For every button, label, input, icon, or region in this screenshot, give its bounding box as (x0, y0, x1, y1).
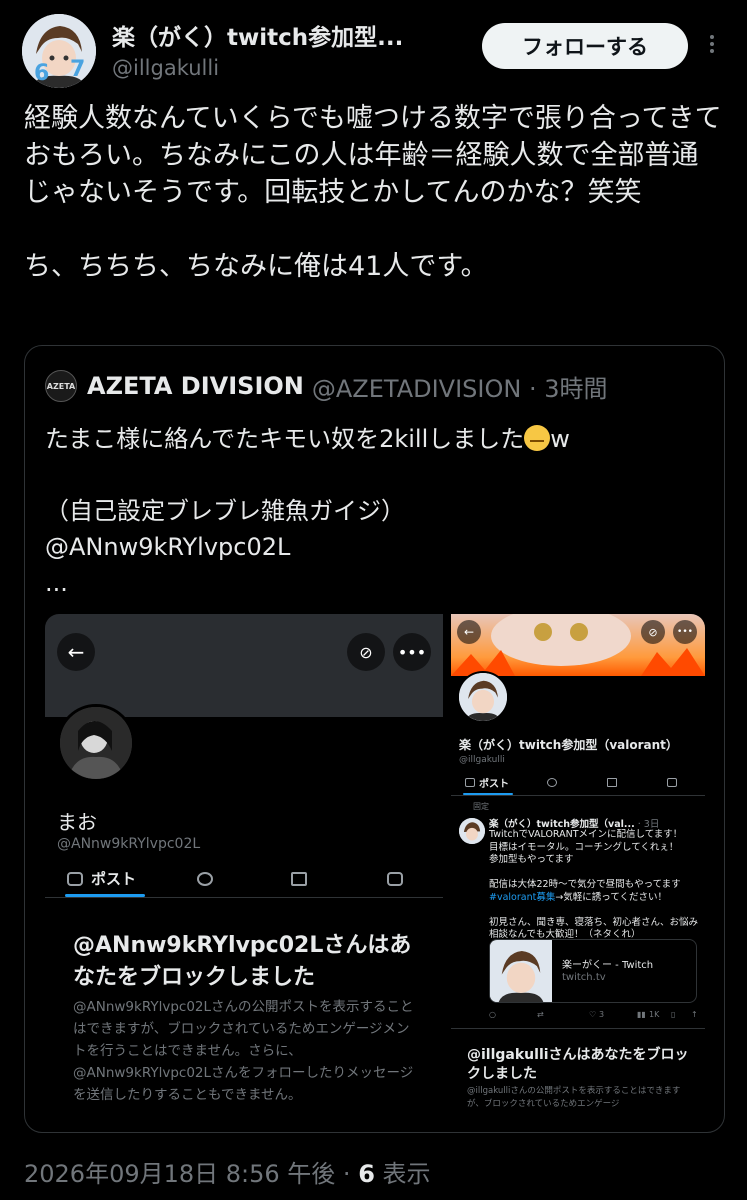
like-icon: ♡ (589, 1010, 597, 1019)
back-arrow-icon-2: ← (457, 620, 481, 644)
tweet-datetime[interactable]: 2026年09月18日 8:56 午後 · (24, 1160, 358, 1188)
share-icon: ↑ (691, 1010, 698, 1019)
tweet-timestamp: 2026年09月18日 8:56 午後 · 6 表示 (24, 1154, 431, 1189)
twitch-card-thumbnail (490, 940, 552, 1002)
quoted-tweet-text: たまこ様に絡んでたキモい奴を2killしました w （自己設定ブレブレ雑魚ガイジ）… (45, 421, 705, 601)
block-icon-2: ⊘ (641, 620, 665, 644)
block-notice-description-2: @illgakulliさんの公開ポストを表示することはできますが、ブロックされて… (467, 1086, 681, 1109)
more-horizontal-icon: ••• (393, 633, 431, 671)
salute-face-emoji-icon (524, 425, 551, 451)
block-notice-description: @ANnw9kRYlvpc02Lさんの公開ポストを表示することはできますが、ブロ… (73, 999, 414, 1103)
posts-tab-underline (65, 894, 145, 897)
quoted-tweet-header: AZETA AZETA DIVISION @AZETADIVISION · 3時… (45, 366, 607, 406)
quoted-author-name: AZETA DIVISION (87, 372, 304, 400)
views-icon: ▮▮ (637, 1010, 646, 1019)
quoted-ellipsis: ... (45, 569, 68, 597)
divider (451, 1028, 705, 1029)
tweet-spacer (24, 211, 724, 248)
profile-banner-fire (451, 614, 705, 676)
replies-tab-icon (197, 872, 213, 886)
posts-tab-label-2: ポスト (479, 779, 509, 790)
author-handle[interactable]: @illgakulli (112, 56, 219, 80)
tweet-text: 経験人数なんていくらでも嘘つける数字で張り合ってきておもろい。ちなみにこの人は年… (24, 100, 724, 285)
quoted-line-2: （自己設定ブレブレ雑魚ガイジ） (45, 497, 405, 525)
tweet-paragraph-1: 経験人数なんていくらでも嘘つける数字で張り合ってきておもろい。ちなみにこの人は年… (24, 103, 722, 208)
pinned-post-header: 楽（がく）twitch参加型（val... · 3日 (489, 816, 659, 830)
svg-text:6: 6 (34, 61, 49, 86)
author-display-name[interactable]: 楽（がく）twitch参加型... (112, 18, 403, 52)
pinned-post-hashtag: #valorant募集 (489, 891, 556, 903)
blocked-user-name: まお (57, 810, 97, 834)
twitch-card-domain: twitch.tv (562, 972, 606, 983)
profile-handle: @illgakulli (459, 755, 505, 765)
pinned-post-line-1: TwitchでVALORANTメインに配信してます！ (489, 829, 683, 840)
posts-tab-icon (67, 872, 83, 886)
back-arrow-icon: ← (57, 633, 95, 671)
quoted-line-1-suffix: w (550, 425, 570, 453)
quoted-tweet[interactable]: AZETA AZETA DIVISION @AZETADIVISION · 3時… (24, 345, 725, 1133)
repost-tab-icon-2 (607, 778, 617, 787)
follow-button[interactable]: フォローする (482, 23, 688, 69)
svg-text:7: 7 (70, 57, 85, 82)
author-avatar[interactable]: 6 7 (22, 14, 96, 88)
tweet-header: 6 7 楽（がく）twitch参加型... @illgakulli フォローする (22, 12, 727, 92)
reply-icon: ○ (489, 1010, 496, 1019)
pinned-post-line-6: 初見さん、聞き専、寝落ち、初心者さん、お悩み相談なんでも大歓迎！（ネタくれ） (489, 916, 699, 941)
replies-tab-icon-2 (547, 778, 557, 787)
block-icon: ⊘ (347, 633, 385, 671)
more-horizontal-icon-2: ••• (673, 620, 697, 644)
posts-tab-underline-2 (463, 793, 513, 795)
attached-image-1[interactable]: ← ⊘ ••• まお @ANnw9kRYlvpc02L ポスト @ANnw9kR… (45, 614, 443, 1132)
block-notice-title-2: @illgakulliさんはあなたをブロックしました (467, 1047, 689, 1082)
profile-banner (45, 614, 443, 717)
pinned-label: 固定 (473, 802, 489, 811)
attached-image-2[interactable]: ← ⊘ ••• 楽（がく）twitch参加型（valorant） @illgak… (451, 614, 705, 1132)
pinned-post-line-2: 目標はイモータル。コーチングしてくれぇ！ (489, 841, 679, 853)
more-options-icon[interactable] (702, 32, 722, 66)
profile-tabs-2: ポスト (451, 770, 705, 796)
tweet-views-label: 表示 (374, 1160, 431, 1188)
pinned-post-text: TwitchでVALORANTメインに配信してます！ 目標はイモータル。コーチン… (489, 829, 701, 942)
like-count: 3 (599, 1010, 605, 1019)
pinned-post-line-5: →気軽に誘ってください！ (555, 891, 668, 903)
pinned-post-actions: ○ ⇄ ♡ 3 ▮▮ 1K ▯ ↑ (489, 1010, 701, 1024)
profile-tabs: ポスト (45, 862, 443, 898)
repost-tab-icon (291, 872, 307, 886)
twitch-card-title: 楽ーがくー - Twitch (562, 960, 654, 971)
posts-tab-label: ポスト (91, 870, 137, 888)
profile-name: 楽（がく）twitch参加型（valorant） (459, 738, 678, 752)
tweet-views-count: 6 (358, 1160, 375, 1188)
media-tab-icon-2 (667, 778, 677, 787)
quoted-mention[interactable]: @ANnw9kRYlvpc02L (45, 533, 290, 561)
twitch-link-card: 楽ーがくー - Twitch twitch.tv (489, 939, 697, 1003)
block-notice-title: @ANnw9kRYlvpc02Lさんはあなたをブロックしました (73, 933, 412, 990)
pinned-post-line-4: 配信は大体22時〜で気分で昼間もやってます (489, 879, 681, 890)
blocked-user-handle: @ANnw9kRYlvpc02L (57, 836, 201, 852)
repost-icon: ⇄ (537, 1010, 544, 1019)
blocked-user-avatar (57, 704, 135, 782)
pinned-post-avatar (459, 818, 485, 844)
bookmark-icon: ▯ (671, 1010, 676, 1019)
pinned-post-line-3: 参加型もやってます (489, 854, 574, 865)
media-tab-icon (387, 872, 403, 886)
views-count: 1K (649, 1010, 660, 1019)
posts-tab-icon-2 (465, 778, 475, 787)
tweet-paragraph-2: ち、ちちち、ちなみに俺は41人です。 (24, 251, 488, 282)
azeta-logo-avatar: AZETA (45, 370, 77, 402)
profile-avatar-small (457, 671, 509, 723)
quoted-line-1: たまこ様に絡んでたキモい奴を2killしました (45, 425, 525, 453)
quoted-author-meta: @AZETADIVISION · 3時間 (311, 374, 608, 403)
